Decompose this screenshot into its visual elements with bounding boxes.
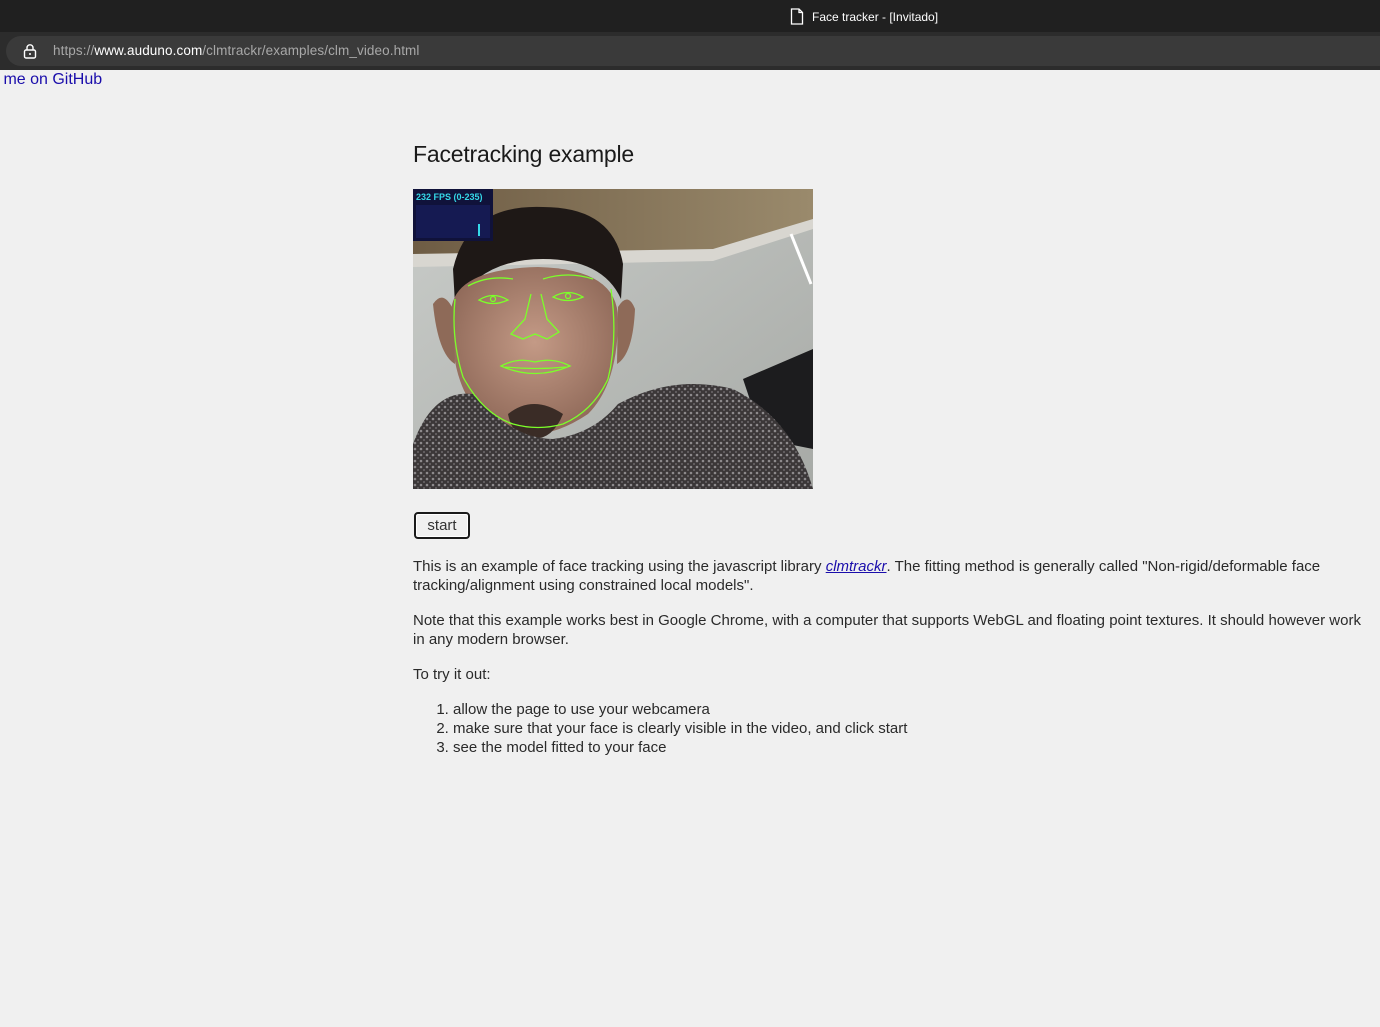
page-content: k me on GitHub Facetracking example 232 …	[0, 70, 1380, 1027]
url-text[interactable]: https://www.auduno.com/clmtrackr/example…	[53, 43, 420, 58]
list-item: allow the page to use your webcamera	[453, 700, 907, 719]
webcam-video: 232 FPS (0-235)	[413, 189, 813, 489]
document-icon	[790, 8, 804, 25]
address-bar: https://www.auduno.com/clmtrackr/example…	[0, 32, 1380, 70]
lock-icon[interactable]	[22, 43, 38, 59]
list-item: see the model fitted to your face	[453, 738, 907, 757]
window-titlebar: Face tracker - [Invitado]	[0, 0, 1380, 32]
window-title-group: Face tracker - [Invitado]	[790, 8, 938, 25]
steps-list: allow the page to use your webcamera mak…	[413, 700, 907, 757]
url-field[interactable]: https://www.auduno.com/clmtrackr/example…	[6, 36, 1380, 66]
intro-text-before: This is an example of face tracking usin…	[413, 558, 826, 575]
page-title: Facetracking example	[413, 141, 634, 167]
clmtrackr-link[interactable]: clmtrackr	[826, 558, 887, 575]
try-it-label: To try it out:	[413, 666, 491, 683]
fps-label: 232 FPS (0-235)	[416, 192, 483, 202]
start-button[interactable]: start	[414, 512, 470, 539]
url-host: www.auduno.com	[94, 43, 203, 58]
url-path: /clmtrackr/examples/clm_video.html	[202, 43, 420, 58]
url-scheme: https://	[53, 43, 95, 58]
fps-graph-bar	[478, 224, 480, 236]
fps-stats-panel: 232 FPS (0-235)	[413, 189, 493, 241]
note-paragraph: Note that this example works best in Goo…	[413, 612, 1361, 648]
window-title: Face tracker - [Invitado]	[812, 9, 939, 24]
github-fork-link[interactable]: k me on GitHub	[0, 71, 102, 89]
intro-paragraph: This is an example of face tracking usin…	[413, 557, 1363, 595]
fps-graph	[416, 205, 490, 238]
list-item: make sure that your face is clearly visi…	[453, 719, 907, 738]
